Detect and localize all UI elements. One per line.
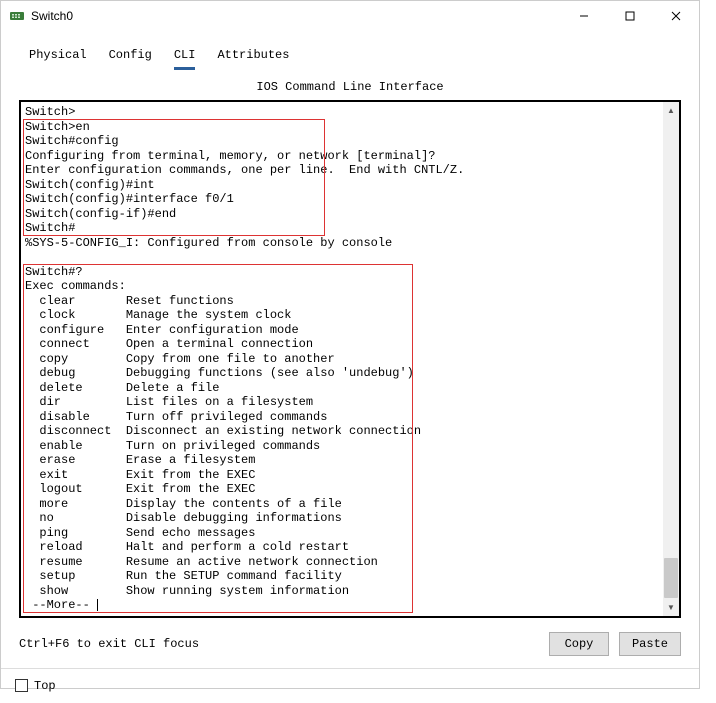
- minimize-button[interactable]: [561, 1, 607, 31]
- top-checkbox[interactable]: [15, 679, 28, 692]
- scroll-up-arrow-icon[interactable]: ▲: [663, 102, 679, 118]
- tab-bar: Physical Config CLI Attributes: [19, 41, 681, 70]
- window-title: Switch0: [31, 9, 561, 23]
- highlight-box: [23, 119, 325, 236]
- app-window: Switch0 Physical Config CLI Attributes I…: [0, 0, 700, 689]
- cli-hint: Ctrl+F6 to exit CLI focus: [19, 637, 539, 651]
- titlebar: Switch0: [1, 1, 699, 31]
- maximize-button[interactable]: [607, 1, 653, 31]
- footer: Top: [1, 668, 699, 703]
- close-button[interactable]: [653, 1, 699, 31]
- tab-cli[interactable]: CLI: [174, 45, 196, 70]
- content-area: Physical Config CLI Attributes IOS Comma…: [1, 31, 699, 668]
- tab-config[interactable]: Config: [109, 45, 152, 70]
- cli-panel: Switch> Switch>en Switch#config Configur…: [19, 100, 681, 618]
- cli-terminal[interactable]: Switch> Switch>en Switch#config Configur…: [21, 102, 663, 616]
- scroll-thumb[interactable]: [664, 558, 678, 598]
- cli-bottom-row: Ctrl+F6 to exit CLI focus Copy Paste: [19, 632, 681, 656]
- scroll-down-arrow-icon[interactable]: ▼: [663, 600, 679, 616]
- copy-button[interactable]: Copy: [549, 632, 609, 656]
- highlight-box: [23, 264, 413, 613]
- tab-attributes[interactable]: Attributes: [217, 45, 289, 70]
- paste-button[interactable]: Paste: [619, 632, 681, 656]
- cli-scrollbar[interactable]: ▲ ▼: [663, 102, 679, 616]
- app-icon: [9, 8, 25, 24]
- window-controls: [561, 1, 699, 31]
- top-checkbox-label: Top: [34, 679, 56, 693]
- tab-physical[interactable]: Physical: [29, 45, 87, 70]
- cli-heading: IOS Command Line Interface: [19, 80, 681, 94]
